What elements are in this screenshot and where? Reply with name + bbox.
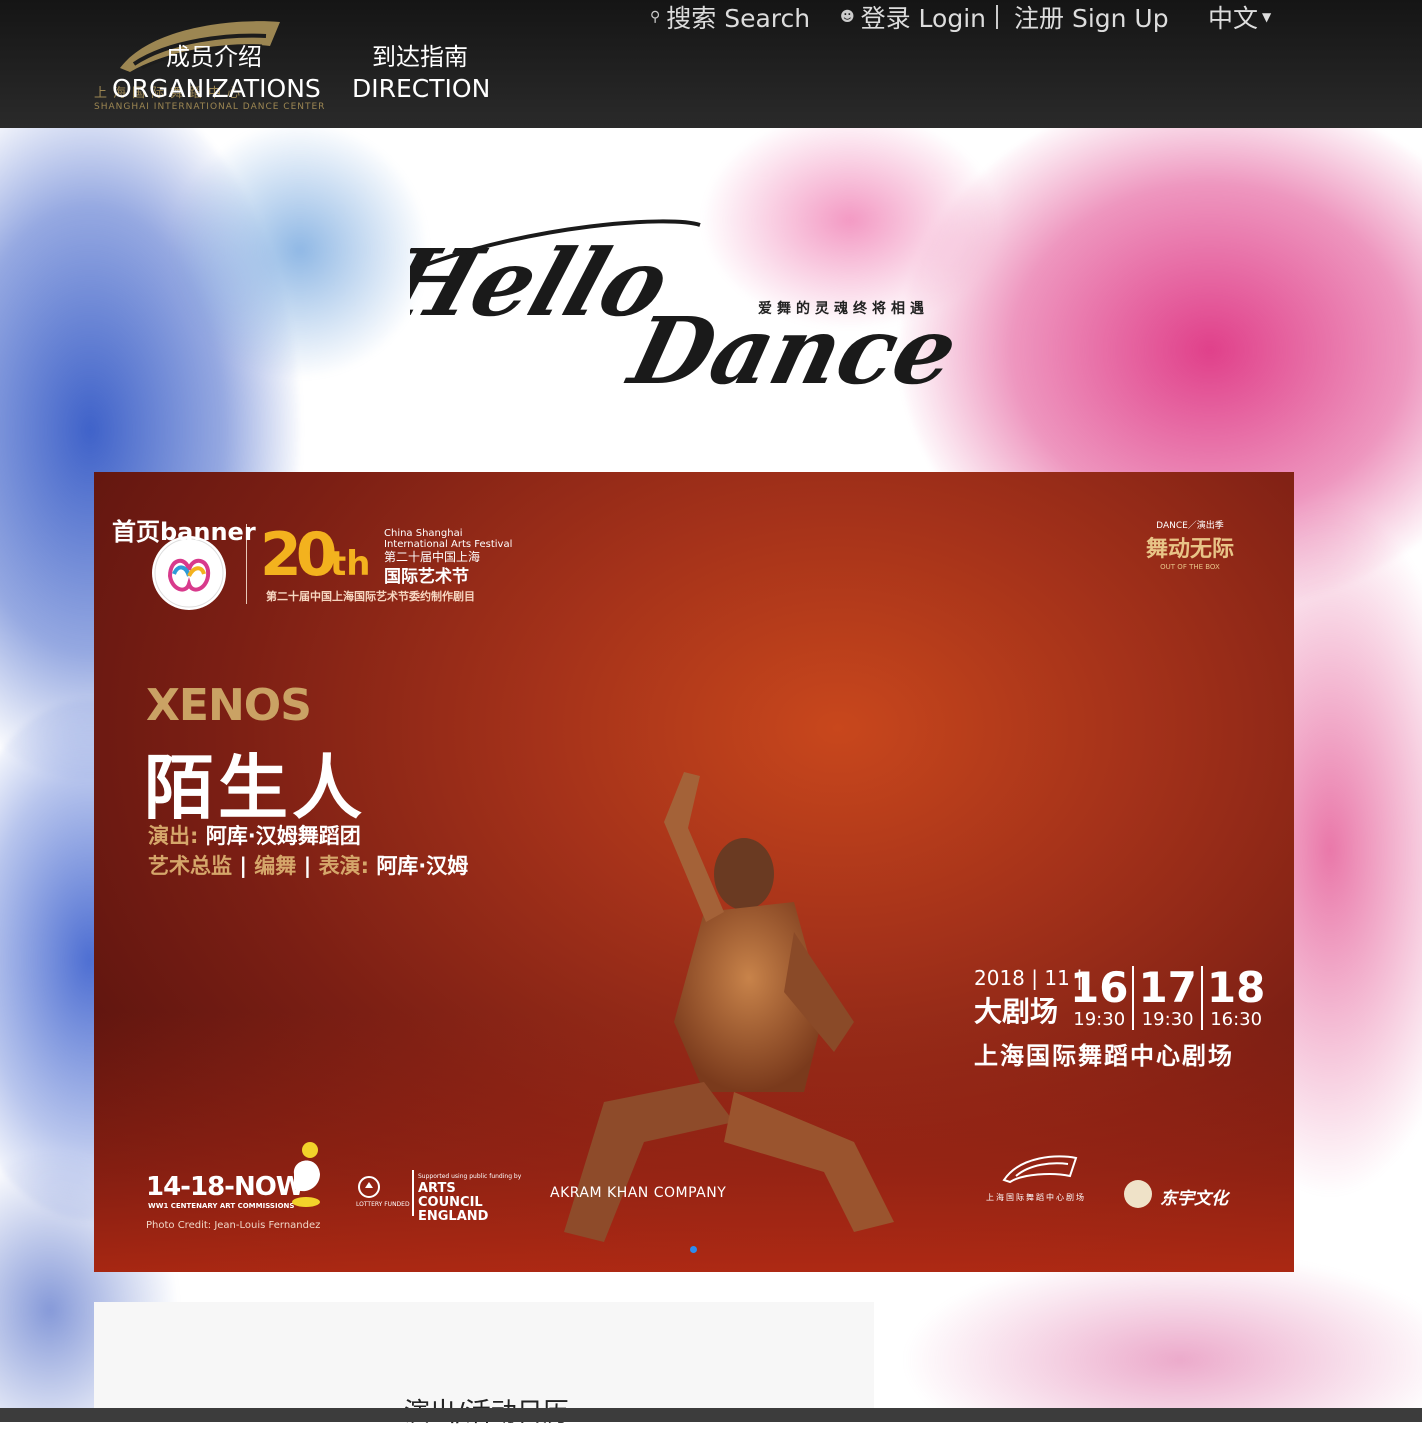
day-time: 19:30 <box>1141 1009 1194 1030</box>
bottom-bar <box>0 1408 1422 1422</box>
sidc-banner-text: 上海国际舞蹈中心剧场 <box>986 1193 1086 1202</box>
now-logo: 14-18-NOW <box>146 1172 304 1202</box>
arts-council: ARTS COUNCIL ENGLAND <box>418 1181 489 1224</box>
festival-subtitle: 第二十届中国上海国际艺术节委约制作剧目 <box>266 590 475 603</box>
photo-credit: Photo Credit: Jean-Louis Fernandez <box>146 1220 321 1231</box>
credit1-label: 演出: <box>148 824 199 848</box>
show-dates: 2018 | 11 | 大剧场 16 19:30 17 19:30 18 16:… <box>974 966 1265 1071</box>
festival-suffix: th <box>330 544 371 584</box>
credit-line-1: 演出: 阿库·汉姆舞蹈团 <box>148 820 361 850</box>
show-title-cn: 陌生人 <box>144 747 366 829</box>
festival-name-cn-2: 国际艺术节 <box>384 567 469 587</box>
carousel-dot-active[interactable] <box>690 1246 697 1253</box>
login-link[interactable]: ☻ 登录 Login <box>840 0 986 34</box>
show-day: 16 19:30 <box>1066 966 1132 1030</box>
credit2-label-b: 编舞 <box>254 854 297 878</box>
nav-direction-cn: 到达指南 <box>372 43 468 71</box>
hero-tagline: 爱舞的灵魂终将相遇 <box>758 301 929 317</box>
day-number: 16 <box>1070 963 1129 1012</box>
banner-label: 首页banner <box>112 518 256 546</box>
credit2-sep-2: | <box>303 854 312 878</box>
day-time: 16:30 <box>1210 1009 1263 1030</box>
dance-season-line1: DANCE／演出季 <box>1156 521 1224 531</box>
dongyu-logo: 东宇文化 <box>1160 1189 1228 1209</box>
festival-logo-icon <box>152 536 226 610</box>
show-day: 17 19:30 <box>1132 966 1200 1030</box>
festival-number: 20 <box>260 520 337 590</box>
dance-season-logo: DANCE／演出季 舞动无际 OUT OF THE BOX <box>1146 518 1234 571</box>
day-time: 19:30 <box>1073 1009 1126 1030</box>
venue-full: 上海国际舞蹈中心剧场 <box>974 1042 1234 1070</box>
search-label: 搜索 Search <box>666 4 811 33</box>
now-subtitle: WW1 CENTENARY ART COMMISSIONS <box>148 1202 295 1210</box>
site-header: 上海国际舞蹈中心 SHANGHAI INTERNATIONAL DANCE CE… <box>0 0 1422 128</box>
company-name: AKRAM KHAN COMPANY <box>550 1185 727 1201</box>
venue-short: 大剧场 <box>974 995 1059 1028</box>
akram-khan-logo-icon <box>284 1140 328 1210</box>
credit2-label-c: 表演: <box>318 854 369 878</box>
nav-organizations-cn: 成员介绍 <box>166 43 262 71</box>
credit1-value: 阿库·汉姆舞蹈团 <box>205 824 361 848</box>
signup-link[interactable]: 注册 Sign Up <box>996 0 1169 34</box>
credit2-label-a: 艺术总监 <box>148 854 232 878</box>
dongyu-icon <box>1124 1180 1152 1208</box>
show-days: 16 19:30 17 19:30 18 16:30 <box>1066 966 1269 1030</box>
divider <box>996 5 998 29</box>
lottery-label: LOTTERY FUNDED <box>356 1201 410 1208</box>
credit-line-2: 艺术总监 | 编舞 | 表演: 阿库·汉姆 <box>148 850 468 880</box>
nav-direction-en: DIRECTION <box>352 74 491 103</box>
show-title-en: XENOS <box>146 680 312 731</box>
show-year: 2018 <box>974 966 1025 990</box>
event-calendar-panel: 演出/活动日历 <box>94 1302 874 1428</box>
sidc-banner-logo-icon <box>1000 1152 1080 1186</box>
day-number: 18 <box>1206 963 1266 1012</box>
nav-organizations[interactable]: 成员介绍 ORGANIZATIONS <box>112 42 321 106</box>
credit2-value: 阿库·汉姆 <box>376 854 469 878</box>
language-label: 中文 <box>1208 4 1259 33</box>
nav-direction[interactable]: 到达指南 DIRECTION <box>352 42 491 106</box>
credit2-sep-1: | <box>239 854 247 878</box>
nav-organizations-en: ORGANIZATIONS <box>112 74 321 103</box>
show-day: 18 16:30 <box>1200 963 1269 1030</box>
dance-season-line3: OUT OF THE BOX <box>1160 563 1220 571</box>
search-link[interactable]: ⚲ 搜索 Search <box>650 0 810 34</box>
divider <box>412 1170 414 1216</box>
lottery-icon <box>358 1176 380 1198</box>
signup-label: 注册 Sign Up <box>1014 4 1169 33</box>
language-selector[interactable]: 中文 ▼ <box>1208 0 1271 34</box>
home-banner[interactable]: 首页banner 20 th China Shanghai Internatio… <box>94 472 1294 1272</box>
day-number: 17 <box>1138 963 1197 1012</box>
festival-name-en: China Shanghai International Arts Festiv… <box>384 528 513 550</box>
search-icon: ⚲ <box>650 9 661 25</box>
login-label: 登录 Login <box>860 4 987 33</box>
caret-down-icon: ▼ <box>1262 10 1272 24</box>
arts-council-note: Supported using public funding by <box>418 1173 522 1180</box>
dance-season-line2: 舞动无际 <box>1145 537 1234 562</box>
user-icon: ☻ <box>840 9 855 25</box>
